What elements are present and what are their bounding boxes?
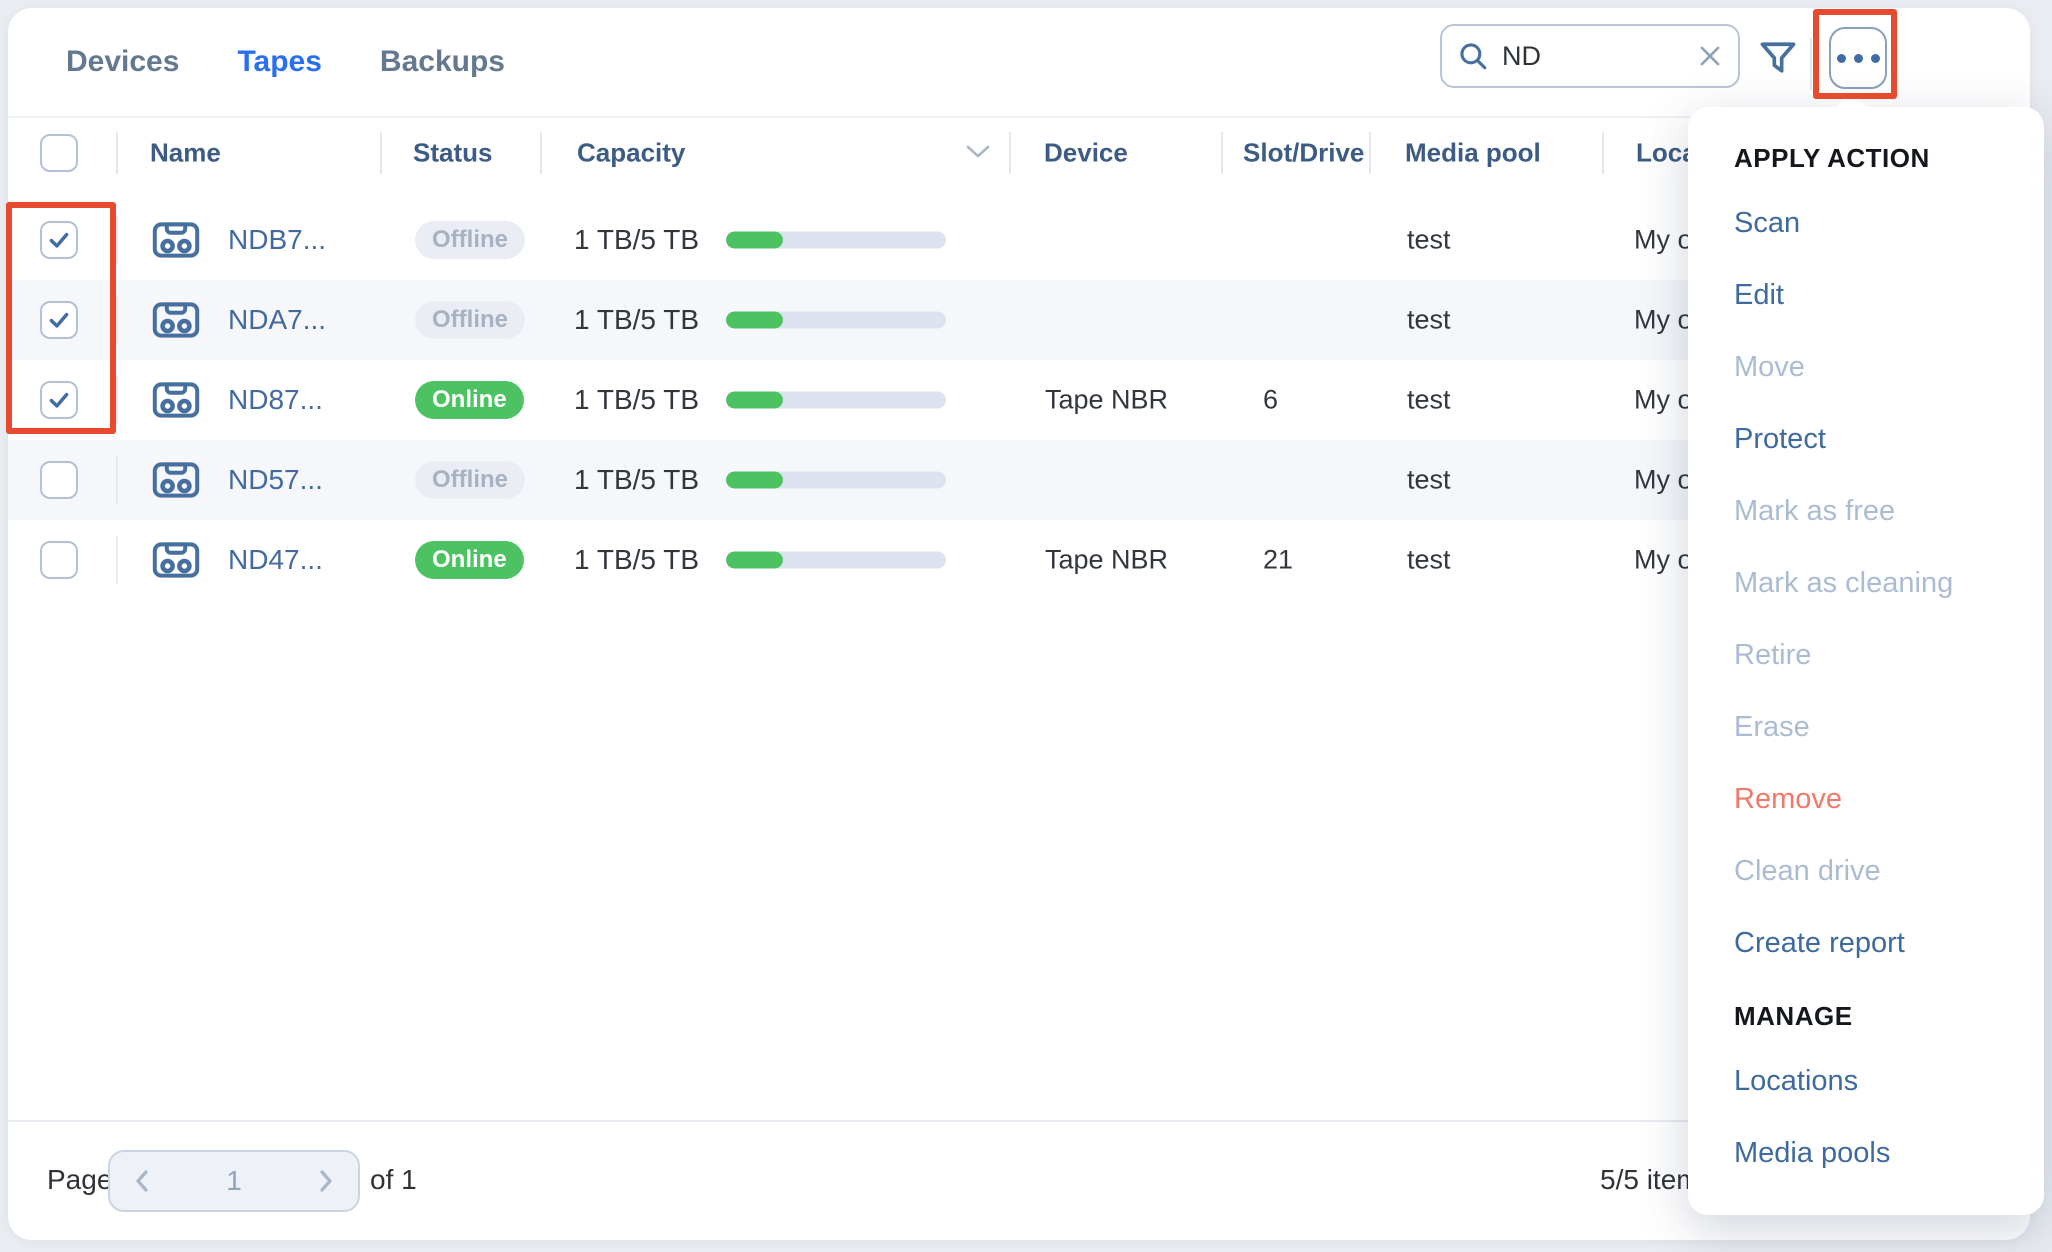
tape-cassette-icon bbox=[152, 300, 200, 340]
tape-cassette-icon bbox=[152, 460, 200, 500]
tape-name-link[interactable]: NDB7... bbox=[228, 224, 326, 256]
capacity-progress-bar bbox=[726, 552, 946, 569]
status-badge: Offline bbox=[415, 221, 525, 259]
media-pool-cell: test bbox=[1407, 225, 1451, 256]
pager: 1 bbox=[108, 1150, 360, 1212]
tape-name-link[interactable]: NDA7... bbox=[228, 304, 326, 336]
actions-menu: APPLY ACTIONScanEditMoveProtectMark as f… bbox=[1688, 107, 2044, 1215]
capacity-progress-fill bbox=[726, 232, 783, 249]
capacity-text: 1 TB/5 TB bbox=[574, 304, 699, 336]
select-all-checkbox[interactable] bbox=[40, 134, 78, 172]
row-checkbox[interactable] bbox=[40, 381, 78, 419]
menu-item-retire: Retire bbox=[1734, 619, 2044, 691]
status-badge: Online bbox=[415, 541, 524, 579]
menu-section-header: APPLY ACTION bbox=[1734, 129, 2044, 187]
menu-item-erase: Erase bbox=[1734, 691, 2044, 763]
filter-icon[interactable] bbox=[1756, 36, 1800, 80]
clear-search-icon[interactable] bbox=[1696, 42, 1724, 70]
page-of-label: of 1 bbox=[370, 1164, 417, 1196]
device-cell: Tape NBR bbox=[1045, 545, 1168, 576]
capacity-progress-fill bbox=[726, 552, 783, 569]
media-pool-cell: test bbox=[1407, 305, 1451, 336]
sort-chevron-down-icon[interactable] bbox=[965, 144, 991, 165]
tab-devices[interactable]: Devices bbox=[66, 45, 179, 79]
tab-tapes[interactable]: Tapes bbox=[237, 45, 321, 79]
menu-item-mark-as-free: Mark as free bbox=[1734, 475, 2044, 547]
col-header-name[interactable]: Name bbox=[150, 138, 221, 169]
slot-drive-cell: 6 bbox=[1263, 385, 1278, 416]
row-checkbox[interactable] bbox=[40, 301, 78, 339]
status-badge: Offline bbox=[415, 461, 525, 499]
capacity-progress-bar bbox=[726, 472, 946, 489]
items-count: 5/5 item bbox=[1600, 1164, 1700, 1196]
column-separator bbox=[116, 536, 118, 584]
search-input[interactable] bbox=[1500, 40, 1686, 73]
menu-item-locations[interactable]: Locations bbox=[1734, 1045, 2044, 1117]
tape-name-link[interactable]: ND57... bbox=[228, 464, 323, 496]
column-separator bbox=[116, 376, 118, 424]
current-page-number: 1 bbox=[226, 1165, 242, 1197]
tape-cassette-icon bbox=[152, 220, 200, 260]
ellipsis-icon bbox=[1837, 54, 1846, 63]
tape-name-link[interactable]: ND87... bbox=[228, 384, 323, 416]
capacity-progress-bar bbox=[726, 392, 946, 409]
page-label: Page bbox=[47, 1164, 112, 1196]
more-actions-button[interactable] bbox=[1829, 27, 1887, 89]
capacity-progress-bar bbox=[726, 232, 946, 249]
row-checkbox[interactable] bbox=[40, 461, 78, 499]
tape-name-link[interactable]: ND47... bbox=[228, 544, 323, 576]
status-badge: Online bbox=[415, 381, 524, 419]
media-pool-cell: test bbox=[1407, 465, 1451, 496]
col-header-slot-drive[interactable]: Slot/Drive bbox=[1243, 138, 1364, 169]
search-icon bbox=[1456, 39, 1490, 73]
menu-item-scan[interactable]: Scan bbox=[1734, 187, 2044, 259]
tape-cassette-icon bbox=[152, 380, 200, 420]
row-checkbox[interactable] bbox=[40, 221, 78, 259]
capacity-progress-fill bbox=[726, 312, 783, 329]
col-header-status[interactable]: Status bbox=[413, 138, 492, 169]
search-box bbox=[1440, 24, 1740, 88]
menu-item-move: Move bbox=[1734, 331, 2044, 403]
toolbar-divider bbox=[1810, 38, 1812, 90]
menu-item-protect[interactable]: Protect bbox=[1734, 403, 2044, 475]
capacity-progress-fill bbox=[726, 472, 783, 489]
menu-item-mark-as-cleaning: Mark as cleaning bbox=[1734, 547, 2044, 619]
column-separator bbox=[116, 456, 118, 504]
status-badge: Offline bbox=[415, 301, 525, 339]
col-header-device[interactable]: Device bbox=[1044, 138, 1128, 169]
capacity-text: 1 TB/5 TB bbox=[574, 464, 699, 496]
capacity-text: 1 TB/5 TB bbox=[574, 384, 699, 416]
column-separator bbox=[116, 296, 118, 344]
next-page-icon[interactable] bbox=[312, 1168, 338, 1194]
tape-cassette-icon bbox=[152, 540, 200, 580]
capacity-text: 1 TB/5 TB bbox=[574, 224, 699, 256]
menu-item-create-report[interactable]: Create report bbox=[1734, 907, 2044, 979]
slot-drive-cell: 21 bbox=[1263, 545, 1293, 576]
media-pool-cell: test bbox=[1407, 385, 1451, 416]
capacity-text: 1 TB/5 TB bbox=[574, 544, 699, 576]
tab-backups[interactable]: Backups bbox=[380, 45, 505, 79]
menu-item-media-pools[interactable]: Media pools bbox=[1734, 1117, 2044, 1189]
menu-item-edit[interactable]: Edit bbox=[1734, 259, 2044, 331]
prev-page-icon[interactable] bbox=[130, 1168, 156, 1194]
menu-item-remove[interactable]: Remove bbox=[1734, 763, 2044, 835]
menu-section-header: MANAGE bbox=[1734, 987, 2044, 1045]
col-header-media-pool[interactable]: Media pool bbox=[1405, 138, 1541, 169]
column-separator bbox=[116, 216, 118, 264]
menu-item-clean-drive: Clean drive bbox=[1734, 835, 2044, 907]
device-cell: Tape NBR bbox=[1045, 385, 1168, 416]
capacity-progress-bar bbox=[726, 312, 946, 329]
media-pool-cell: test bbox=[1407, 545, 1451, 576]
capacity-progress-fill bbox=[726, 392, 783, 409]
col-header-capacity[interactable]: Capacity bbox=[577, 138, 685, 169]
row-checkbox[interactable] bbox=[40, 541, 78, 579]
